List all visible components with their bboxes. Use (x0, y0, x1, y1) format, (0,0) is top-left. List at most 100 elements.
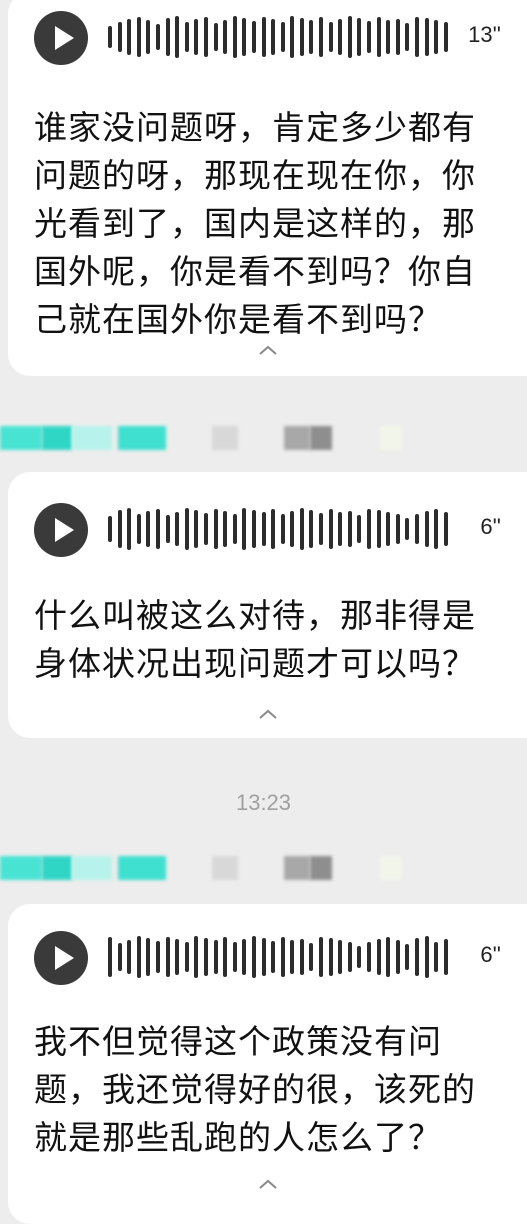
waveform-bar (309, 510, 314, 548)
waveform-bar (347, 942, 352, 972)
waveform-bar (424, 18, 429, 56)
play-button[interactable] (34, 931, 88, 985)
chevron-up-icon (258, 709, 277, 719)
waveform-bar (415, 17, 419, 57)
waveform-bar (319, 17, 324, 57)
collapse-transcript-button[interactable] (8, 1176, 527, 1195)
waveform-bar (155, 941, 160, 973)
waveform-bar (357, 18, 362, 56)
chevron-up-icon (258, 345, 277, 355)
waveform-bar (280, 22, 285, 52)
waveform-bar (434, 20, 439, 54)
voice-duration: 6'' (480, 514, 501, 539)
waveform-bar (386, 512, 391, 546)
waveform-bar (213, 509, 218, 549)
voice-transcript: 什么叫被这么对待，那非得是身体状况出现问题才可以吗？ (34, 596, 476, 683)
waveform-bar (194, 936, 199, 978)
voice-transcript: 谁家没问题呀，肯定多少都有问题的呀，那现在现在你，你光看到了，国内是这样的，那国… (34, 108, 476, 339)
waveform-bar (271, 19, 276, 55)
waveform-bar (146, 938, 151, 976)
play-button[interactable] (34, 503, 88, 557)
waveform-bar (395, 19, 400, 55)
waveform-bar (328, 22, 333, 52)
waveform-bar (165, 937, 170, 977)
waveform-bar (338, 940, 343, 974)
waveform-bar (175, 939, 180, 975)
voice-player: 13'' (8, 0, 527, 72)
voice-transcript: 我不但觉得这个政策没有问题，我还觉得好的很，该死的就是那些乱跑的人怎么了？ (34, 1022, 476, 1157)
waveform-bar (223, 20, 228, 54)
waveform-bar (338, 19, 343, 55)
waveform-bar (290, 940, 295, 974)
waveform-bar (108, 516, 112, 542)
waveform-bar (424, 936, 429, 978)
waveform-bar (136, 514, 141, 544)
waveform-bar (347, 16, 352, 58)
waveform-bar (367, 942, 372, 972)
voice-player: 6'' (8, 492, 527, 564)
waveform-bar (434, 509, 439, 549)
waveform-bar (251, 510, 256, 548)
waveform-bar (376, 510, 381, 548)
chevron-up-icon (258, 1179, 277, 1189)
waveform-bar (232, 16, 237, 58)
voice-message-bubble[interactable]: 6'' 什么叫被这么对待，那非得是身体状况出现问题才可以吗？ (8, 472, 527, 738)
waveform-bar (271, 941, 276, 973)
voice-player: 6'' (8, 920, 527, 992)
waveform-bar (367, 21, 372, 53)
waveform-bar (309, 20, 314, 54)
waveform-bar (357, 946, 362, 968)
waveform-bar (367, 509, 372, 549)
waveform-bar (424, 511, 429, 547)
waveform-bar (127, 19, 132, 55)
waveform-bar (165, 515, 170, 543)
waveform-bar (251, 21, 256, 53)
waveform-bar (213, 23, 218, 51)
waveform-bar (242, 508, 247, 550)
waveform-icon (108, 15, 448, 59)
play-icon (55, 26, 74, 50)
waveform-bar (319, 513, 324, 545)
waveform-bar (175, 512, 180, 546)
waveform-bar (290, 16, 295, 58)
waveform-bar (203, 513, 208, 545)
collapse-transcript-button[interactable] (8, 342, 527, 361)
waveform-bar (146, 511, 151, 547)
waveform-bar (280, 937, 285, 977)
play-button[interactable] (34, 11, 88, 65)
waveform-bar (242, 18, 247, 56)
waveform-bar (184, 942, 189, 972)
waveform-bar (117, 510, 122, 548)
waveform-bar (415, 938, 419, 976)
waveform-bar (155, 509, 160, 549)
waveform-bar (415, 514, 419, 544)
waveform-bar (127, 940, 132, 974)
waveform-bar (443, 939, 448, 975)
waveform-bar (328, 938, 333, 976)
voice-message-bubble[interactable]: 6'' 我不但觉得这个政策没有问题，我还觉得好的很，该死的就是那些乱跑的人怎么了… (8, 904, 527, 1224)
waveform-bar (117, 22, 122, 52)
play-icon (55, 518, 74, 542)
waveform-bar (232, 942, 237, 972)
waveform-bar (376, 939, 381, 975)
waveform-bar (194, 510, 199, 548)
voice-duration: 6'' (480, 942, 501, 967)
waveform-bar (280, 514, 285, 544)
waveform-bar (357, 515, 362, 543)
waveform-bar (203, 938, 208, 976)
voice-message-bubble[interactable]: 13'' 谁家没问题呀，肯定多少都有问题的呀，那现在现在你，你光看到了，国内是这… (8, 0, 527, 376)
waveform-bar (155, 24, 160, 50)
waveform-bar (108, 937, 112, 977)
play-icon (55, 946, 74, 970)
waveform-bar (376, 17, 381, 57)
waveform-bar (328, 509, 333, 549)
waveform-icon (108, 507, 448, 551)
waveform-bar (405, 518, 410, 540)
waveform-bar (405, 23, 410, 51)
waveform-bar (395, 940, 400, 974)
waveform-bar (117, 943, 122, 971)
waveform-bar (223, 511, 228, 547)
collapse-transcript-button[interactable] (8, 706, 527, 725)
waveform-bar (309, 943, 314, 971)
waveform-bar (338, 512, 343, 546)
